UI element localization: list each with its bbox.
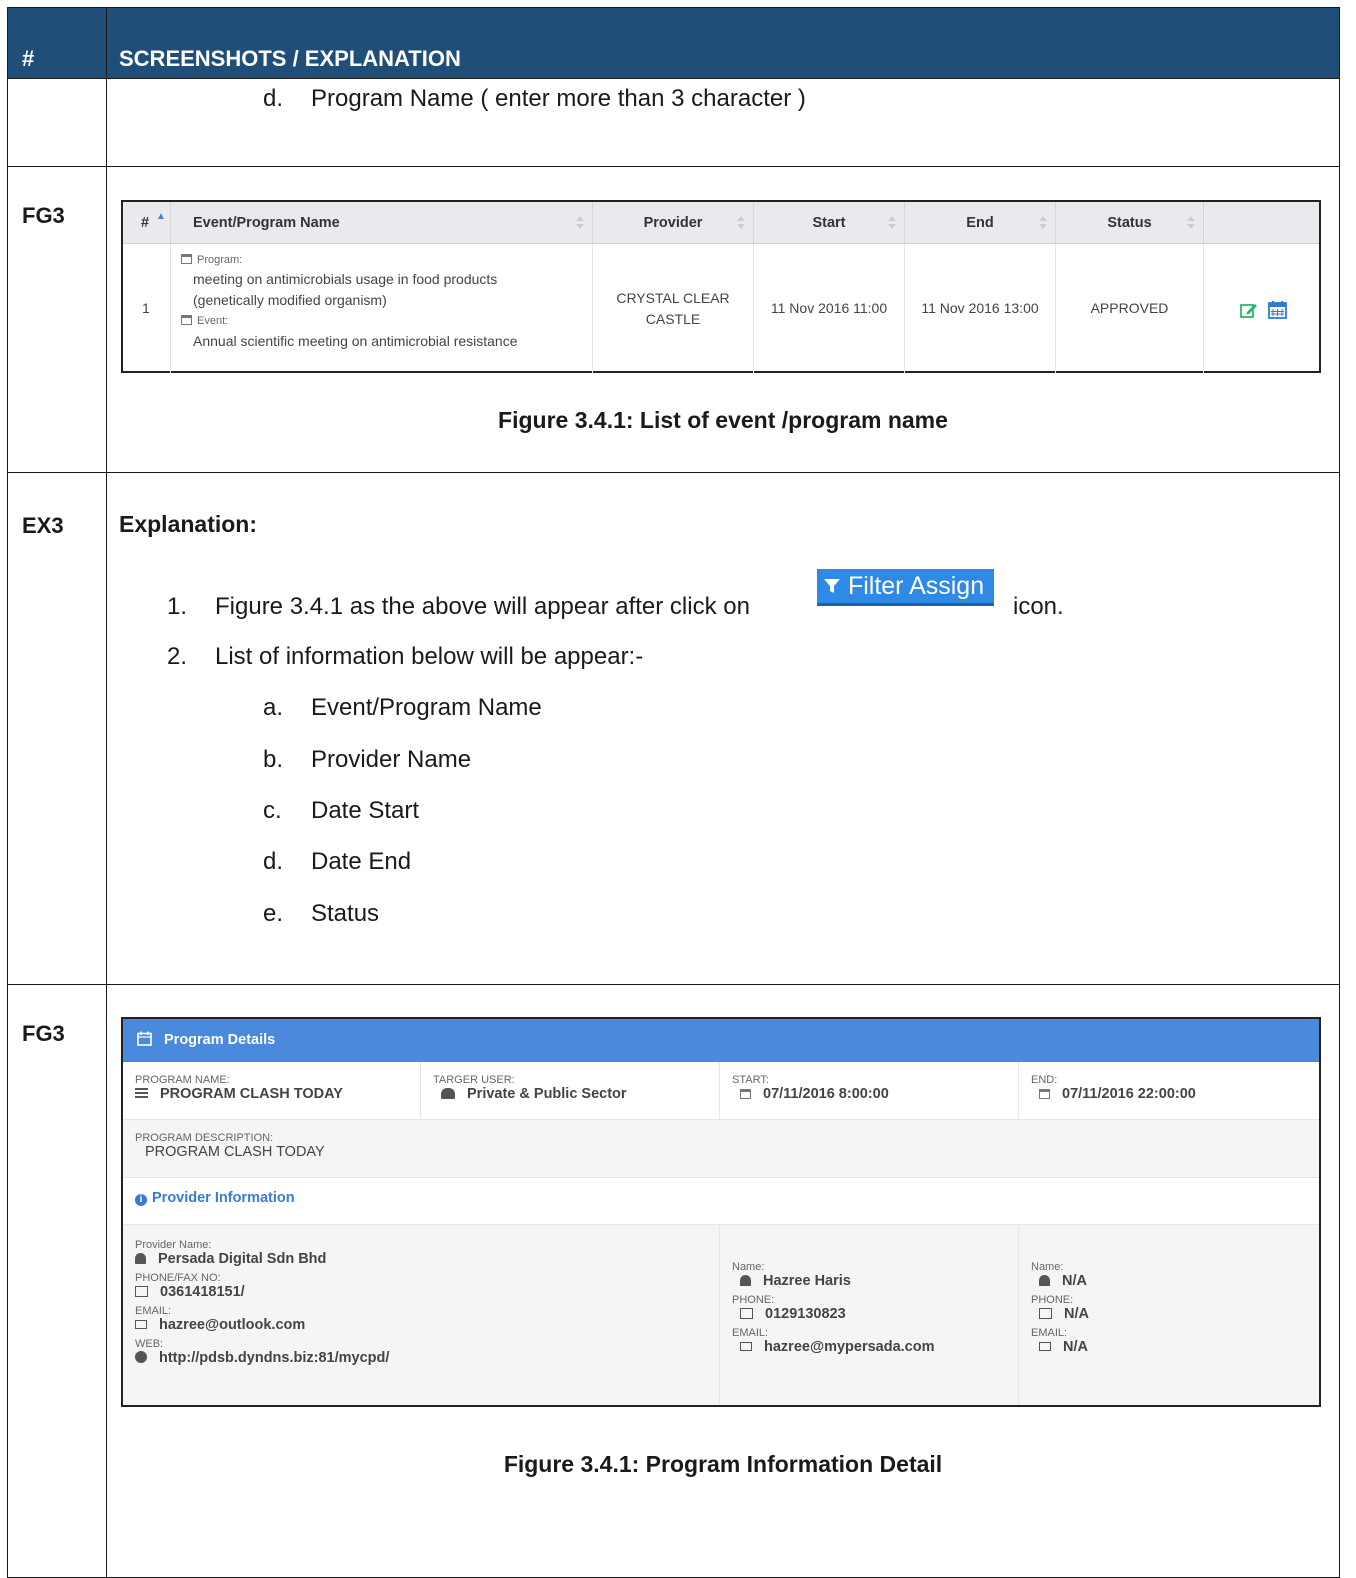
filter-icon xyxy=(824,579,840,593)
calendar-icon xyxy=(1039,1089,1050,1099)
sort-icon xyxy=(576,216,584,230)
envelope-icon xyxy=(740,1342,752,1351)
edit-icon[interactable] xyxy=(1240,302,1258,318)
cell-event-program: Program: meeting on antimicrobials usage… xyxy=(171,244,593,373)
list-icon xyxy=(135,1088,148,1098)
cell-actions xyxy=(1204,244,1319,373)
event-program-table: # ▲ Event/Program Name Provider Start En… xyxy=(121,200,1321,373)
calendar-icon xyxy=(137,1031,152,1046)
col-status[interactable]: Status xyxy=(1056,202,1204,244)
fax-icon xyxy=(740,1308,753,1319)
row-fg3-details: FG3 Program Details PROGRAM NAME: PROGRA… xyxy=(8,984,1339,1577)
provider-info: Provider Name: Persada Digital Sdn Bhd P… xyxy=(123,1225,1319,1405)
fax-icon xyxy=(1039,1308,1052,1319)
figure-caption: Figure 3.4.1: List of event /program nam… xyxy=(498,407,948,433)
header-num: # xyxy=(8,8,107,78)
user-icon xyxy=(135,1253,146,1264)
sort-icon xyxy=(737,216,745,230)
calendar-icon[interactable] xyxy=(1268,300,1287,319)
program-details-panel: Program Details PROGRAM NAME: PROGRAM CL… xyxy=(121,1017,1321,1407)
sort-icon xyxy=(1039,216,1047,230)
figure-caption: Figure 3.4.1: Program Information Detail xyxy=(503,1451,943,1477)
envelope-icon xyxy=(135,1320,147,1329)
document-table: # SCREENSHOTS / EXPLANATION d. Program N… xyxy=(7,7,1340,1578)
cell-end: 11 Nov 2016 13:00 xyxy=(905,244,1056,373)
cell-num: 1 xyxy=(123,244,171,373)
row-program-name-note: d. Program Name ( enter more than 3 char… xyxy=(8,78,1339,166)
user-icon xyxy=(1039,1275,1050,1286)
col-num[interactable]: # ▲ xyxy=(123,202,171,244)
cell-provider: CRYSTAL CLEAR CASTLE xyxy=(593,244,754,373)
program-description: PROGRAM DESCRIPTION: PROGRAM CLASH TODAY xyxy=(123,1120,1319,1178)
sort-asc-icon: ▲ xyxy=(156,211,166,222)
col-event-program-name[interactable]: Event/Program Name xyxy=(171,202,593,244)
provider-section-title: i Provider Information xyxy=(123,1178,1319,1225)
col-start[interactable]: Start xyxy=(754,202,905,244)
table-header: # SCREENSHOTS / EXPLANATION xyxy=(8,8,1339,78)
calendar-icon xyxy=(181,315,192,325)
sort-icon xyxy=(1187,216,1195,230)
table-head: # ▲ Event/Program Name Provider Start En… xyxy=(123,202,1319,244)
globe-icon xyxy=(135,1351,147,1363)
fax-icon xyxy=(135,1286,148,1297)
col-provider[interactable]: Provider xyxy=(593,202,754,244)
filter-assign-button: Filter Assign xyxy=(817,569,995,606)
panel-header: Program Details xyxy=(123,1019,1319,1062)
users-icon xyxy=(441,1088,455,1099)
explanation-heading: Explanation: xyxy=(119,511,258,537)
row-id: EX3 xyxy=(8,473,107,984)
sort-icon xyxy=(888,216,896,230)
program-summary: PROGRAM NAME: PROGRAM CLASH TODAY TARGER… xyxy=(123,1062,1319,1120)
row-fg3-list: FG3 # ▲ Event/Program Name Provider Star… xyxy=(8,166,1339,472)
cell-status: APPROVED xyxy=(1056,244,1204,373)
col-actions xyxy=(1204,202,1319,244)
list-item-suffix: icon. xyxy=(1013,593,1064,620)
cell-start: 11 Nov 2016 11:00 xyxy=(754,244,905,373)
info-icon: i xyxy=(135,1194,147,1206)
envelope-icon xyxy=(1039,1342,1051,1351)
row-ex3-explanation: EX3 Explanation: 1. Figure 3.4.1 as the … xyxy=(8,472,1339,984)
calendar-icon xyxy=(740,1089,751,1099)
user-icon xyxy=(740,1275,751,1286)
col-end[interactable]: End xyxy=(905,202,1056,244)
row-id: FG3 xyxy=(8,985,107,1577)
header-content: SCREENSHOTS / EXPLANATION xyxy=(119,46,461,71)
calendar-icon xyxy=(181,254,192,264)
row-id: FG3 xyxy=(8,167,107,472)
